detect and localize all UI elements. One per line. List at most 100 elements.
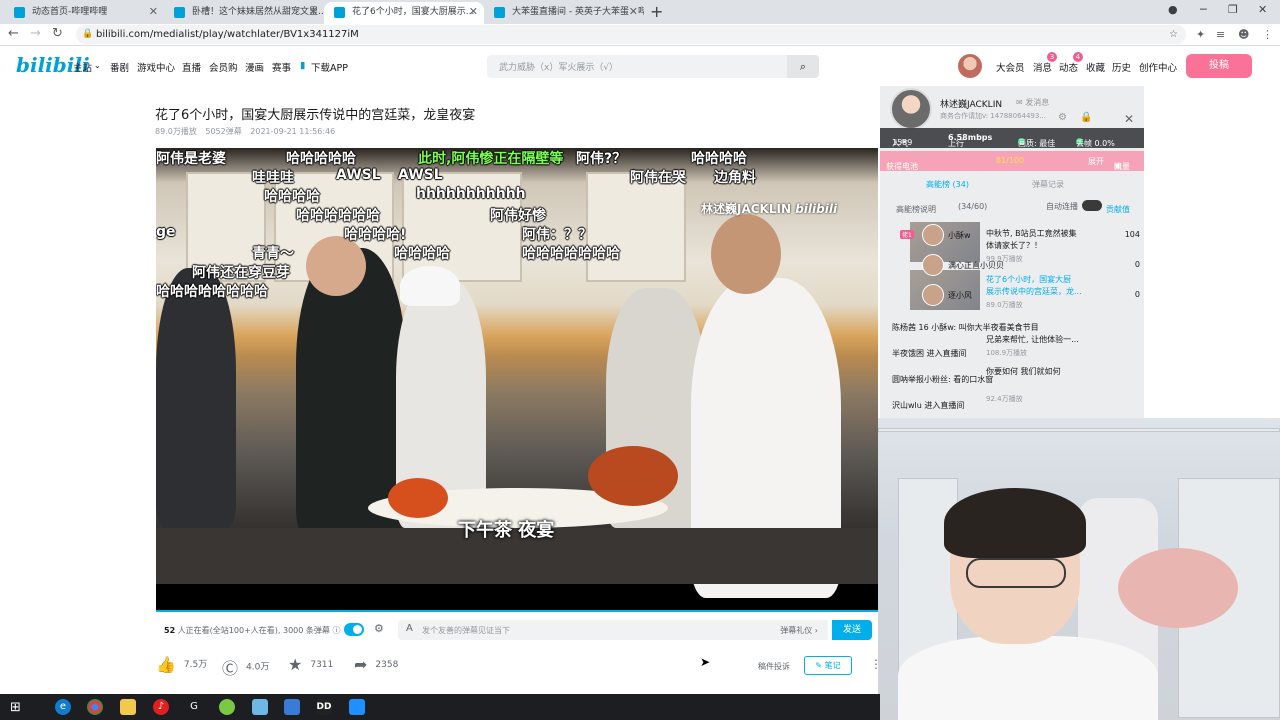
nav-main[interactable]: 主站	[73, 60, 92, 74]
browser-tab-3-active[interactable]: 花了6个小时，国宴大厨展示... ✕	[324, 2, 484, 24]
nav-esports[interactable]: 赛事	[272, 60, 291, 74]
video-subtitle: 下午茶 夜宴	[458, 520, 555, 541]
tab-danmaku-log[interactable]: 弹幕记录	[1032, 179, 1064, 190]
phone-icon: ▮	[300, 60, 306, 71]
coin-button[interactable]: Ⓒ 4.0万	[222, 655, 269, 679]
netease-music-icon[interactable]: ♪	[153, 699, 169, 715]
chevron-down-icon: ⌄	[94, 61, 101, 70]
danmaku-input[interactable]: A 发个友善的弹幕见证当下 弹幕礼仪 ›	[398, 620, 828, 640]
close-tab-icon[interactable]: ✕	[149, 2, 158, 22]
nav-live[interactable]: 直播	[182, 60, 201, 74]
reading-list-icon[interactable]: ≡	[1216, 28, 1225, 41]
nav-bangumi[interactable]: 番剧	[110, 60, 129, 74]
tab-title: 大苯蛋直播间 - 英英子大苯蛋 - 哔...	[512, 7, 644, 17]
nav-favorites[interactable]: 收藏	[1086, 60, 1105, 74]
font-style-icon[interactable]: A	[406, 623, 413, 634]
dd-app-icon[interactable]: DD	[316, 699, 332, 715]
nav-history[interactable]: 历史	[1112, 60, 1131, 74]
nav-messages[interactable]: 消息	[1033, 60, 1052, 74]
report-link[interactable]: 稿件投诉	[758, 661, 790, 672]
nav-creator-center[interactable]: 创作中心	[1139, 60, 1177, 74]
nav-dynamics[interactable]: 动态	[1059, 60, 1078, 74]
rec-title[interactable]: 花了6个小时，国宴大厨	[986, 274, 1071, 285]
danmaku-item: 阿伟：？？	[522, 227, 592, 243]
browser-tab-2[interactable]: 卧槽！这个妹妹居然从甜宠文里... ✕	[164, 2, 324, 24]
reload-icon[interactable]: ↻	[52, 26, 63, 41]
user-avatar[interactable]	[958, 54, 982, 78]
rec-title[interactable]: 展示传说中的宫廷菜，龙...	[986, 286, 1082, 297]
search-placeholder: 武力威胁（x）军火展示（√）	[499, 63, 619, 73]
thumbs-up-icon: 👍	[156, 655, 176, 674]
tab-title: 花了6个小时，国宴大厨展示...	[352, 7, 475, 17]
app-icon[interactable]	[284, 699, 300, 715]
close-tab-icon[interactable]: ✕	[629, 2, 638, 22]
close-panel-icon[interactable]: ✕	[1124, 112, 1134, 126]
nav-mall[interactable]: 会员购	[209, 60, 238, 74]
search-bar[interactable]: 武力威胁（x）军火展示（√） ⌕	[487, 55, 819, 78]
nav-vip[interactable]: 大会员	[996, 60, 1025, 74]
rank-info[interactable]: 高能榜说明	[896, 204, 936, 215]
note-button[interactable]: ✎ 笔记	[804, 656, 852, 675]
expand-link[interactable]: 展开	[1088, 156, 1104, 167]
chat-message: 你要如何 我们就如何	[986, 367, 1061, 376]
browser-tab-4[interactable]: 大苯蛋直播间 - 英英子大苯蛋 - 哔... ✕	[484, 2, 644, 24]
danmaku-item: 阿伟还在穿豆芽	[192, 265, 290, 281]
share-button[interactable]: ➦ 2358	[354, 655, 398, 674]
video-player[interactable]: 林述巍JACKLIN bilibili 下午茶 夜宴 阿伟是老婆 哈哈哈哈哈 此…	[156, 148, 878, 612]
tab-rank[interactable]: 高能榜 (34)	[926, 179, 969, 190]
green-app-icon[interactable]	[219, 699, 235, 715]
danmaku-item: ge	[156, 224, 176, 240]
like-button[interactable]: 👍 7.5万	[156, 655, 207, 674]
uploader-avatar[interactable]	[890, 88, 932, 130]
rec-title[interactable]: 中秋节, B站员工竟然被集	[986, 228, 1077, 239]
minimize-icon[interactable]: ─	[1200, 3, 1207, 16]
auto-play-toggle[interactable]	[1082, 200, 1102, 211]
nav-game-center[interactable]: 游戏中心	[137, 60, 175, 74]
browser-tab-1[interactable]: 动态首页-哔哩哔哩 ✕	[4, 2, 164, 24]
stream-stats-bar: 人气 1589 上行 6.58mbps 画质: 最佳 丢帧 0.0%	[880, 128, 1144, 148]
uploader-name[interactable]: 林述巍JACKLIN	[940, 97, 1002, 110]
new-tab-button[interactable]: +	[650, 2, 663, 21]
danmaku-item: 青青～	[252, 246, 294, 262]
profile-menu-icon[interactable]: ●	[1168, 3, 1178, 16]
star-icon: ★	[288, 655, 303, 674]
progress-bar[interactable]	[156, 610, 878, 612]
file-explorer-icon[interactable]	[120, 699, 136, 715]
close-window-icon[interactable]: ✕	[1258, 3, 1267, 16]
account-icon[interactable]: ☻	[1238, 28, 1249, 41]
edge-icon[interactable]: e	[55, 699, 71, 715]
battery-progress-bar: ⚡ 获得电池 81/100 展开 ▣ 流量	[880, 151, 1144, 171]
app-icon[interactable]	[252, 699, 268, 715]
search-icon[interactable]: ⌕	[787, 55, 819, 78]
close-tab-icon[interactable]: ✕	[469, 2, 478, 22]
danmaku-toggle[interactable]	[344, 623, 364, 636]
back-icon[interactable]: ←	[8, 26, 19, 41]
windows-start-icon[interactable]: ⊞	[10, 700, 21, 715]
lock-icon[interactable]: 🔒	[1080, 112, 1092, 123]
forward-icon[interactable]: →	[30, 26, 41, 41]
restore-icon[interactable]: ❐	[1228, 3, 1238, 16]
danmaku-settings-icon[interactable]: ⚙	[374, 622, 384, 635]
chrome-icon[interactable]	[87, 699, 103, 715]
send-button[interactable]: 发送	[832, 620, 872, 640]
extensions-icon[interactable]: ✦	[1196, 28, 1205, 41]
favorite-button[interactable]: ★ 7311	[288, 655, 333, 674]
rec-title[interactable]: 体请家长了？！	[986, 240, 1042, 251]
g-app-icon[interactable]: G	[186, 699, 202, 715]
video-watermark: 林述巍JACKLIN bilibili	[701, 202, 838, 216]
site-header: bilibili 主站 ⌄ 番剧 游戏中心 直播 会员购 漫画 赛事 ▮ 下载A…	[0, 46, 1280, 86]
url-input[interactable]: 🔒 bilibili.com/medialist/play/watchlater…	[76, 25, 1186, 44]
gear-icon[interactable]: ⚙	[1058, 112, 1067, 123]
close-tab-icon[interactable]: ✕	[309, 2, 318, 22]
menu-icon[interactable]: ⋮	[1262, 28, 1273, 41]
url-text: bilibili.com/medialist/play/watchlater/B…	[96, 29, 359, 40]
chat-message: 陈杨茜 16 小酥w: 叫你大半夜看美食节目	[892, 323, 1039, 332]
app-icon[interactable]	[349, 699, 365, 715]
danmaku-etiquette-link[interactable]: 弹幕礼仪 ›	[780, 625, 818, 636]
nav-manga[interactable]: 漫画	[245, 60, 264, 74]
nav-download-app[interactable]: 下载APP	[311, 60, 348, 74]
send-message-link[interactable]: ✉ 发消息	[1016, 97, 1049, 108]
danmaku-item: 阿伟是老婆	[156, 151, 226, 167]
bookmark-star-icon[interactable]: ☆	[1169, 25, 1178, 44]
upload-button[interactable]: 投稿	[1186, 54, 1252, 78]
